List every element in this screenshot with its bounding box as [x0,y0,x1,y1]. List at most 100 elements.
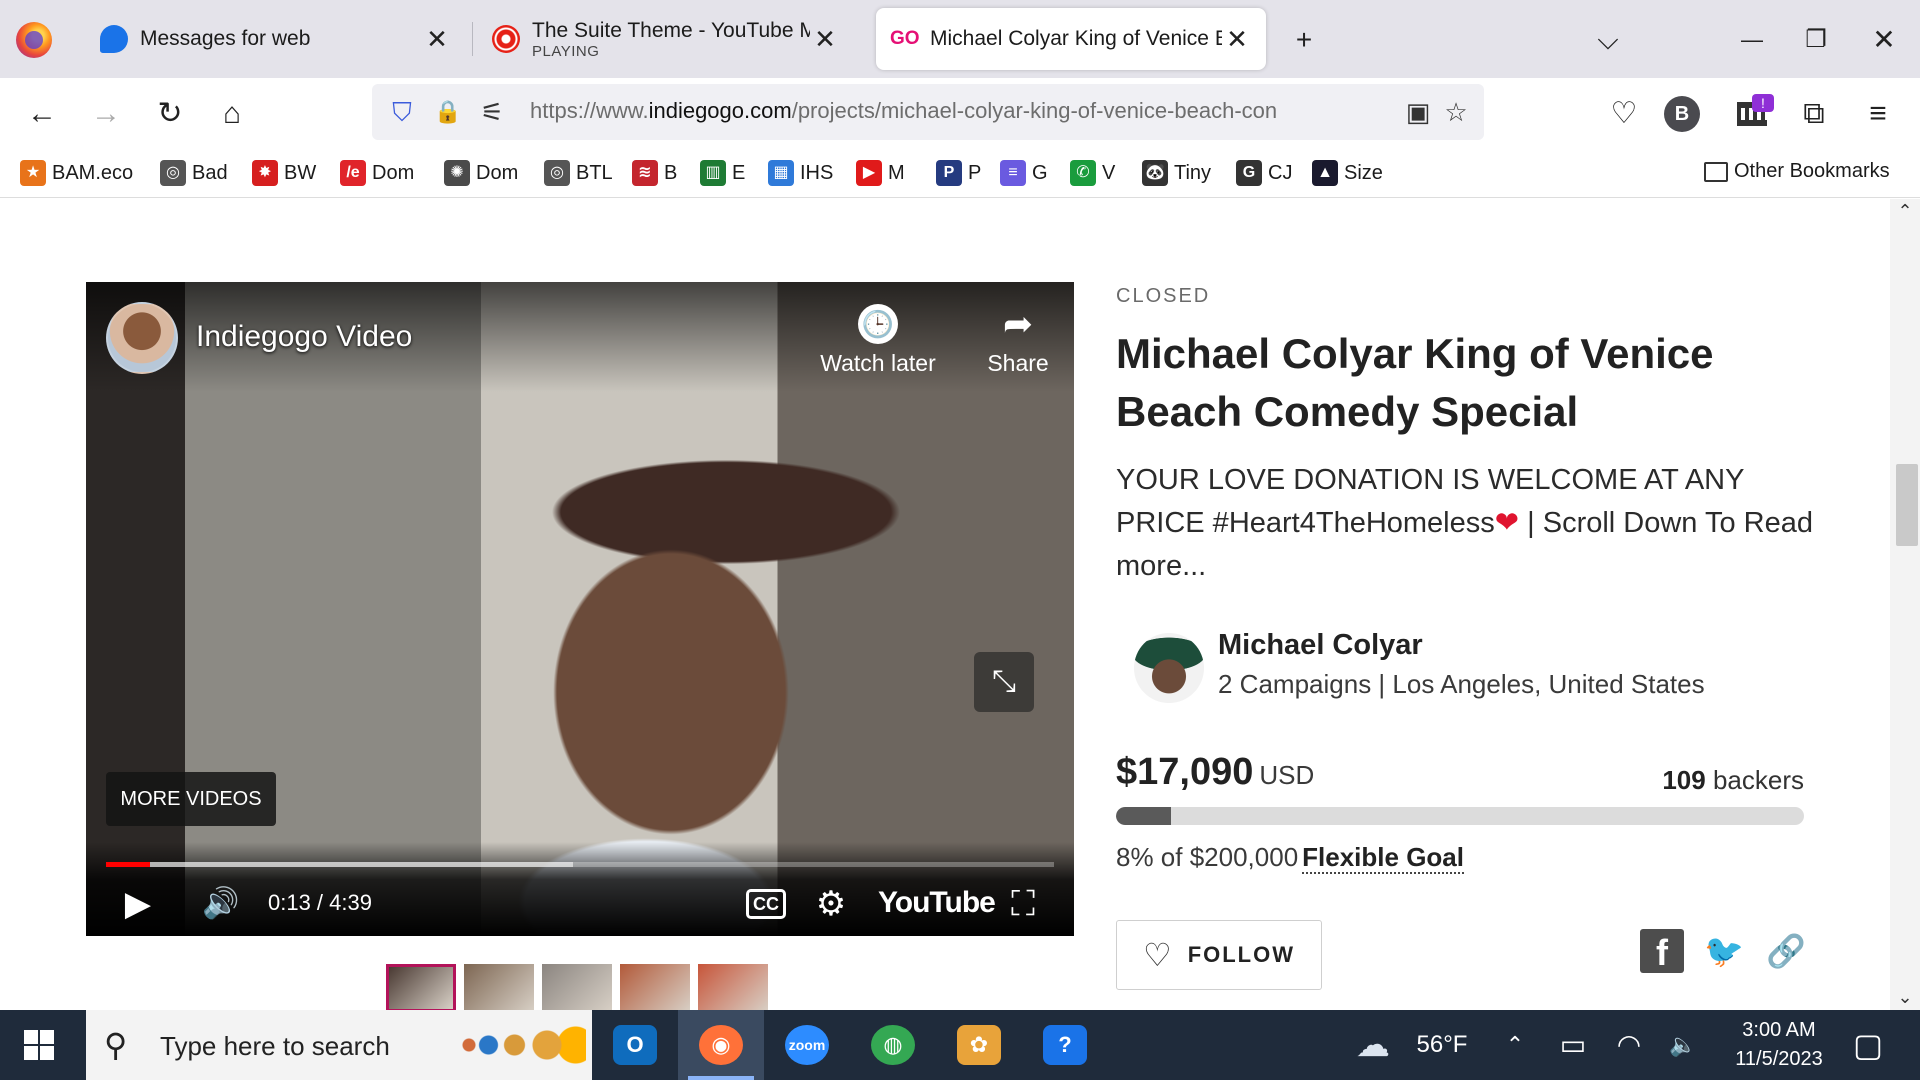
tab-youtube-music[interactable]: The Suite Theme - YouTube Mu PLAYING ✕ [478,8,854,70]
battery-icon[interactable]: ▭ [1556,1010,1590,1080]
taskbar-app-chrome[interactable]: ◍ [850,1010,936,1080]
menu-icon[interactable]: ≡ [1856,92,1900,136]
shield-icon[interactable]: ⛉ [384,94,420,130]
owner-avatar[interactable] [1134,633,1204,703]
bookmark-item[interactable]: ★ BAM.eco [20,160,133,186]
bookmark-favicon-icon: ▦ [768,160,794,186]
channel-avatar[interactable] [106,302,178,374]
video-title[interactable]: Indiegogo Video [196,320,412,354]
bookmark-item[interactable]: ▥ E [700,160,745,186]
bookmark-item[interactable]: ▲ Size [1312,160,1383,186]
bookmark-item[interactable]: /e Dom [340,160,414,186]
minimize-icon[interactable]: — [1732,20,1772,60]
bookmark-item[interactable]: PP [936,160,981,186]
back-icon[interactable]: ← [20,92,64,136]
settings-icon[interactable]: ⚙ [806,882,856,926]
bookmark-item[interactable]: ✆ V [1070,160,1115,186]
taskbar-clock[interactable]: 3:00 AM 11/5/2023 [1716,1016,1842,1074]
volume-icon[interactable]: 🔊 [196,882,246,926]
backers-count: 109 backers [1662,765,1804,795]
miniplayer-icon[interactable]: ⤡ [974,652,1034,712]
taskbar-app-zoom[interactable]: zoom [764,1010,850,1080]
reader-view-icon[interactable]: ▣ [1400,94,1436,130]
flexible-goal-link[interactable]: Flexible Goal [1302,842,1464,874]
weather-icon[interactable]: ☁ [1346,1010,1400,1080]
play-icon[interactable]: ▶ [116,882,160,926]
extension-icon[interactable]: ! [1730,92,1774,136]
share-button[interactable]: ➦ Share [958,304,1074,377]
page-content: Indiegogo Video 🕒 Watch later ➦ Share ⤡ … [0,199,1890,1010]
taskbar-search[interactable]: ⚲ Type here to search [86,1010,592,1080]
youtube-logo[interactable]: YouTube [878,886,996,920]
scroll-down-icon[interactable]: ⌄ [1890,987,1920,1008]
bookmark-item[interactable]: ◎ Bad [160,160,228,186]
campaign-tagline[interactable]: YOUR LOVE DONATION IS WELCOME AT ANY PRI… [1116,459,1816,588]
messages-icon [100,25,128,53]
funding-progress-fill [1116,807,1172,825]
bookmark-label: IHS [800,161,834,184]
twitter-icon[interactable]: 🐦 [1702,929,1746,973]
video-player[interactable]: Indiegogo Video 🕒 Watch later ➦ Share ⤡ … [86,282,1074,936]
reload-icon[interactable]: ↻ [148,92,192,136]
video-thumbnail[interactable] [698,964,768,1010]
fullscreen-icon[interactable]: ⛶ [998,882,1048,926]
close-tab-icon[interactable]: ✕ [422,24,452,55]
new-tab-icon[interactable]: + [1284,20,1324,60]
captions-button[interactable]: CC [740,882,792,926]
bookmark-item[interactable]: ▶ M [856,160,905,186]
pocket-icon[interactable]: ♡ [1602,92,1646,136]
facebook-icon[interactable]: f [1640,929,1684,973]
taskbar-app-help[interactable]: ? [1022,1010,1108,1080]
bookmark-item[interactable]: ✸ BW [252,160,316,186]
owner-name[interactable]: Michael Colyar [1218,629,1423,662]
bookmark-item[interactable]: 🐼 Tiny [1142,160,1211,186]
bookmark-item[interactable]: ▦ IHS [768,160,833,186]
video-thumbnail[interactable] [386,964,456,1010]
lock-icon[interactable]: 🔒 [430,94,466,130]
tray-chevron-icon[interactable]: ⌃ [1498,1010,1532,1080]
tab-list-icon[interactable]: ⌵ [1588,20,1628,60]
taskbar-app-outlook[interactable]: O [592,1010,678,1080]
taskbar-app-firefox[interactable]: ◉ [678,1010,764,1080]
tab-indiegogo[interactable]: GO Michael Colyar King of Venice B ✕ [876,8,1266,70]
video-thumbnail[interactable] [464,964,534,1010]
window-close-icon[interactable]: ✕ [1864,20,1904,60]
more-videos-button[interactable]: MORE VIDEOS [106,772,276,826]
link-icon[interactable]: 🔗 [1764,929,1808,973]
page-scrollbar[interactable]: ⌃ ⌄ [1890,199,1920,1010]
close-tab-icon[interactable]: ✕ [810,24,840,55]
profile-avatar[interactable]: B [1664,96,1700,132]
bookmark-item[interactable]: G CJ [1236,160,1292,186]
bookmark-item[interactable]: ◎ BTL [544,160,613,186]
taskbar-app-app[interactable]: ✿ [936,1010,1022,1080]
firefox-icon[interactable] [16,22,52,58]
windows-start-icon[interactable] [24,1030,54,1060]
url-text[interactable]: https://www.indiegogo.com/projects/micha… [530,98,1390,124]
clock-date: 11/5/2023 [1735,1048,1823,1070]
bookmark-item[interactable]: ≋ B [632,160,677,186]
other-bookmarks[interactable]: Other Bookmarks [1704,160,1890,183]
forward-icon[interactable]: → [84,92,128,136]
follow-button[interactable]: ♡ FOLLOW [1116,920,1322,990]
close-tab-icon[interactable]: ✕ [1222,24,1252,55]
notifications-icon[interactable]: ▢ [1846,1010,1890,1080]
home-icon[interactable]: ⌂ [210,92,254,136]
scroll-up-icon[interactable]: ⌃ [1890,201,1920,222]
wifi-icon[interactable]: ◠ [1612,1010,1646,1080]
watch-later-button[interactable]: 🕒 Watch later [818,304,938,377]
bookmark-star-icon[interactable]: ☆ [1438,94,1474,130]
permissions-icon[interactable]: ⚟ [474,94,510,130]
temperature[interactable]: 56°F [1402,1010,1482,1080]
volume-tray-icon[interactable]: 🔈 [1666,1010,1700,1080]
video-progress-bar[interactable] [106,862,1054,867]
tab-messages[interactable]: Messages for web ✕ [86,8,466,70]
restore-icon[interactable]: ❐ [1796,20,1836,60]
video-thumbnail[interactable] [542,964,612,1010]
address-bar[interactable]: ⛉ 🔒 ⚟ https://www.indiegogo.com/projects… [372,84,1484,140]
bookmark-item[interactable]: ✺ Dom [444,160,518,186]
extensions-icon[interactable]: ⧉ [1792,92,1836,136]
video-thumbnail[interactable] [620,964,690,1010]
bookmark-favicon-icon: ✆ [1070,160,1096,186]
scroll-thumb[interactable] [1896,464,1918,546]
bookmark-item[interactable]: ≡ G [1000,160,1048,186]
